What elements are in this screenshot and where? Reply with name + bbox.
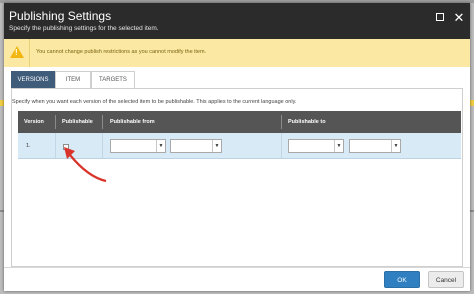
ok-button[interactable]: OK bbox=[384, 271, 420, 288]
maximize-icon[interactable] bbox=[435, 12, 447, 24]
row-divider bbox=[281, 133, 282, 159]
dialog-titlebar: Publishing Settings Specify the publishi… bbox=[4, 3, 470, 39]
publishable-from-date-picker[interactable]: ▼ bbox=[110, 139, 166, 153]
tab-versions[interactable]: VERSIONS bbox=[11, 71, 55, 88]
column-divider bbox=[55, 115, 56, 129]
chevron-down-icon[interactable]: ▼ bbox=[156, 140, 165, 152]
warning-text: You cannot change publish restrictions a… bbox=[36, 49, 207, 55]
column-header-publishable-to[interactable]: Publishable to bbox=[288, 119, 326, 125]
warning-divider bbox=[29, 39, 30, 67]
versions-description: Specify when you want each version of th… bbox=[12, 99, 297, 105]
grid-header: Version Publishable Publishable from Pub… bbox=[18, 111, 461, 133]
close-icon[interactable]: ✕ bbox=[453, 11, 465, 24]
cancel-button[interactable]: Cancel bbox=[428, 271, 464, 288]
chevron-down-icon[interactable]: ▼ bbox=[391, 140, 400, 152]
warning-banner: ! You cannot change publish restrictions… bbox=[4, 39, 470, 67]
chevron-down-icon[interactable]: ▼ bbox=[212, 140, 221, 152]
chevron-down-icon[interactable]: ▼ bbox=[334, 140, 343, 152]
publishable-to-date-picker[interactable]: ▼ bbox=[288, 139, 344, 153]
dialog-subtitle: Specify the publishing settings for the … bbox=[9, 25, 159, 32]
column-header-publishable-from[interactable]: Publishable from bbox=[110, 119, 155, 125]
row-divider bbox=[55, 133, 56, 159]
version-cell: 1. bbox=[26, 143, 31, 149]
publishable-to-time-picker[interactable]: ▼ bbox=[349, 139, 401, 153]
publishing-settings-dialog: Publishing Settings Specify the publishi… bbox=[4, 3, 470, 291]
warning-icon: ! bbox=[10, 46, 24, 58]
dialog-title: Publishing Settings bbox=[9, 9, 112, 23]
column-divider bbox=[102, 115, 103, 129]
annotation-arrow-icon bbox=[64, 147, 107, 183]
tab-targets[interactable]: TARGETS bbox=[91, 71, 135, 88]
footer-divider bbox=[4, 267, 470, 268]
column-header-publishable[interactable]: Publishable bbox=[62, 119, 93, 125]
publishable-from-time-picker[interactable]: ▼ bbox=[170, 139, 222, 153]
tab-item[interactable]: ITEM bbox=[55, 71, 91, 88]
column-divider bbox=[281, 115, 282, 129]
column-header-version[interactable]: Version bbox=[24, 119, 44, 125]
